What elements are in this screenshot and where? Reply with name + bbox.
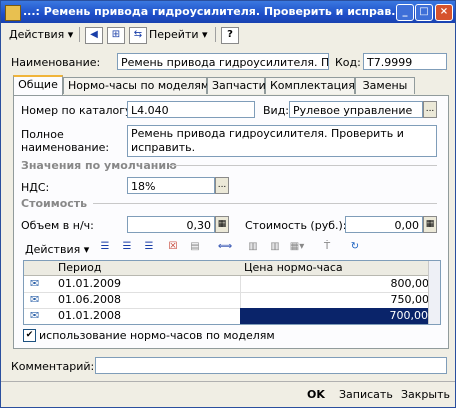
- add-row-icon[interactable]: ☰: [97, 240, 113, 255]
- toolbar-separator: [79, 27, 80, 42]
- name-field[interactable]: Ремень привода гидроусилителя. Проверить: [117, 53, 329, 70]
- name-label: Наименование:: [11, 56, 101, 69]
- volume-label: Объем в н/ч:: [21, 219, 94, 232]
- price-cell[interactable]: 700,00: [240, 308, 428, 324]
- section-divider: [169, 165, 437, 166]
- clear-filter-icon[interactable]: Ṫ: [319, 240, 335, 255]
- refresh-icon[interactable]: ↻: [347, 240, 363, 255]
- comment-field[interactable]: [95, 357, 447, 374]
- price-cell[interactable]: 800,00: [240, 276, 429, 292]
- calculator-icon[interactable]: ▦: [423, 216, 437, 233]
- app-icon: [5, 5, 21, 21]
- structure-icon[interactable]: ⊞: [107, 27, 125, 44]
- column-header-price[interactable]: Цена нормо-часа: [244, 261, 343, 275]
- code-field[interactable]: Т7.9999: [363, 53, 447, 70]
- kind-label: Вид:: [263, 104, 290, 117]
- close-button[interactable]: Закрыть: [401, 387, 450, 403]
- calculator-icon[interactable]: ▦: [215, 216, 229, 233]
- vat-field[interactable]: 18%: [127, 177, 215, 194]
- row-icon: ✉: [30, 293, 40, 306]
- use-model-hours-label: использование нормо-часов по моделям: [39, 329, 275, 342]
- toolbar-separator: [215, 27, 216, 42]
- column-header-period[interactable]: Период: [58, 261, 102, 275]
- kind-select-button[interactable]: ...: [423, 101, 437, 118]
- edit-row-icon[interactable]: ☰: [141, 240, 157, 255]
- sort-icon[interactable]: ▥: [245, 240, 261, 255]
- ok-button[interactable]: OK: [307, 387, 325, 403]
- comment-label: Комментарий:: [11, 360, 95, 373]
- tab-equipment[interactable]: Комплектация: [265, 77, 355, 94]
- catalog-label: Номер по каталогу:: [21, 104, 136, 117]
- move-icon[interactable]: ⟺: [217, 240, 233, 255]
- tab-replacements[interactable]: Замены: [355, 77, 415, 94]
- tab-norm-hours[interactable]: Нормо-часы по моделям: [63, 77, 209, 94]
- period-cell[interactable]: 01.01.2009: [58, 276, 121, 292]
- toolbar: Действия ▾ ◀ ⊞ ⇆ Перейти ▾ ?: [3, 25, 453, 45]
- table-header: Период Цена нормо-часа: [24, 261, 440, 276]
- fullname-field[interactable]: Ремень привода гидроусилителя. Проверить…: [127, 125, 437, 157]
- document-window: ...: Ремень привода гидроусилителя. Пров…: [0, 0, 456, 408]
- cost-label: Стоимость (руб.):: [245, 219, 347, 232]
- cost-field[interactable]: 0,00: [345, 216, 423, 233]
- catalog-field[interactable]: L4.040: [127, 101, 255, 118]
- period-cell[interactable]: 01.01.2008: [58, 308, 121, 324]
- vat-select-button[interactable]: ...: [215, 177, 229, 194]
- use-model-hours-checkbox[interactable]: ✔: [23, 329, 36, 342]
- window-title: ...: Ремень привода гидроусилителя. Пров…: [23, 5, 404, 18]
- kind-field[interactable]: Рулевое управление: [289, 101, 423, 118]
- table-row[interactable]: ✉ 01.01.2008 700,00: [24, 308, 440, 324]
- table-actions-button[interactable]: Действия ▾: [25, 243, 89, 256]
- delete-row-icon[interactable]: ☒: [165, 240, 181, 255]
- defaults-section-title: Значения по умолчанию: [21, 159, 177, 172]
- help-button[interactable]: ?: [221, 27, 239, 44]
- cost-section-title: Стоимость: [21, 197, 88, 210]
- minimize-icon[interactable]: _: [396, 4, 414, 21]
- fullname-label: Полное наименование:: [21, 128, 110, 154]
- table-row[interactable]: ✉ 01.06.2008 750,00: [24, 292, 440, 309]
- close-icon[interactable]: ×: [435, 4, 453, 21]
- row-icon: ✉: [30, 309, 40, 322]
- maximize-icon[interactable]: □: [415, 4, 433, 21]
- tab-parts[interactable]: Запчасти: [207, 77, 266, 94]
- tab-general[interactable]: Общие: [13, 75, 63, 95]
- vertical-scrollbar[interactable]: [428, 261, 440, 324]
- save-button[interactable]: Записать: [339, 387, 393, 403]
- price-table: Период Цена нормо-часа ✉ 01.01.2009 800,…: [23, 260, 441, 325]
- table-row[interactable]: ✉ 01.01.2009 800,00: [24, 276, 440, 293]
- goto-menu-button[interactable]: Перейти ▾: [149, 26, 208, 43]
- section-divider: [93, 203, 437, 204]
- back-icon[interactable]: ◀: [85, 27, 103, 44]
- price-cell[interactable]: 750,00: [240, 292, 429, 308]
- title-bar[interactable]: ...: Ремень привода гидроусилителя. Пров…: [1, 1, 455, 23]
- filter-options-icon[interactable]: ▦▾: [289, 240, 305, 255]
- footer-divider: [1, 381, 455, 382]
- actions-menu-button[interactable]: Действия ▾: [9, 26, 73, 43]
- period-cell[interactable]: 01.06.2008: [58, 292, 121, 308]
- goto-icon[interactable]: ⇆: [129, 27, 147, 44]
- filter-icon[interactable]: ▥: [267, 240, 283, 255]
- end-edit-icon[interactable]: ▤: [187, 240, 203, 255]
- row-icon: ✉: [30, 277, 40, 290]
- copy-row-icon[interactable]: ☰: [119, 240, 135, 255]
- vat-label: НДС:: [21, 181, 50, 194]
- code-label: Код:: [335, 56, 361, 69]
- volume-field[interactable]: 0,30: [127, 216, 215, 233]
